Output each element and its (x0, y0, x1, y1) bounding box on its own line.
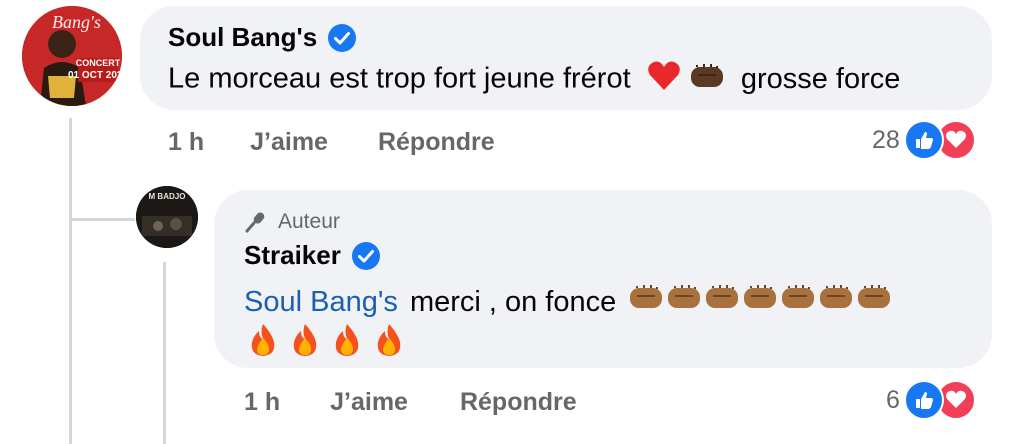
comment-text-tail: grosse force (740, 62, 901, 95)
comment-time[interactable]: 1 h (244, 388, 280, 417)
verified-badge-icon (327, 23, 357, 53)
like-button[interactable]: J’aime (250, 128, 328, 157)
reply-button[interactable]: Répondre (378, 128, 495, 157)
mention-link[interactable]: Soul Bang's (244, 286, 398, 318)
avatar-image: CONCERT 01 OCT 2022 Bang's (22, 6, 122, 106)
like-reaction-icon (903, 120, 944, 160)
fire-emoji-icon (370, 322, 408, 363)
svg-text:01 OCT 2022: 01 OCT 2022 (68, 70, 122, 81)
comment-actions-1: 1 h J’aime Répondre (168, 128, 495, 157)
comment-actions-2: 1 h J’aime Répondre (244, 388, 577, 417)
avatar-image: M BADJO (136, 186, 198, 248)
reaction-count: 28 (872, 125, 900, 154)
fist-emoji-icon (689, 61, 727, 99)
comment-time[interactable]: 1 h (168, 128, 204, 157)
reactions-2[interactable]: 6 (886, 380, 976, 420)
heart-emoji-icon (647, 60, 681, 100)
like-reaction-icon (903, 380, 944, 420)
comment-text: Soul Bang's merci , on fonce (244, 280, 894, 325)
thread-line-reply (163, 262, 166, 444)
fist-emoji-icon (666, 281, 704, 325)
microphone-icon (244, 210, 268, 234)
svg-text:CONCERT: CONCERT (76, 58, 121, 68)
thread-line-branch (69, 218, 135, 221)
fist-emoji-icon (742, 281, 780, 325)
comment-bubble-1: Soul Bang's Le morceau est trop fort jeu… (140, 6, 992, 110)
comment-bubble-2: Auteur Straiker Soul Bang's merci , on f… (214, 190, 992, 368)
fire-emoji-icon (244, 322, 282, 363)
verified-badge-icon (351, 241, 381, 271)
fist-emoji-row (628, 285, 894, 318)
avatar-straiker[interactable]: M BADJO (136, 186, 198, 248)
reaction-count: 6 (886, 385, 900, 414)
reactions-1[interactable]: 28 (872, 120, 976, 160)
author-badge: Auteur (244, 210, 340, 234)
comment-text-main: merci , on fonce (409, 286, 617, 318)
fist-emoji-icon (704, 281, 742, 325)
comment-text-main: Le morceau est trop fort jeune frérot (168, 62, 631, 95)
author-badge-label: Auteur (278, 210, 340, 233)
comment-text: Le morceau est trop fort jeune frérot gr… (168, 60, 900, 100)
fire-emoji-icon (328, 322, 366, 363)
svg-text:Bang's: Bang's (52, 12, 101, 32)
like-button[interactable]: J’aime (330, 388, 408, 417)
fist-emoji-icon (628, 281, 666, 325)
fist-emoji-icon (818, 281, 856, 325)
fire-emoji-icon (286, 322, 324, 363)
reply-button[interactable]: Répondre (460, 388, 577, 417)
fire-emoji-row (244, 322, 408, 363)
thread-line-main (69, 118, 72, 444)
svg-text:M BADJO: M BADJO (149, 192, 186, 201)
avatar-soul-bangs[interactable]: CONCERT 01 OCT 2022 Bang's (22, 6, 122, 106)
comment-author[interactable]: Straiker (244, 240, 341, 271)
fist-emoji-icon (780, 281, 818, 325)
comment-author[interactable]: Soul Bang's (168, 22, 317, 53)
fist-emoji-icon (856, 281, 894, 325)
